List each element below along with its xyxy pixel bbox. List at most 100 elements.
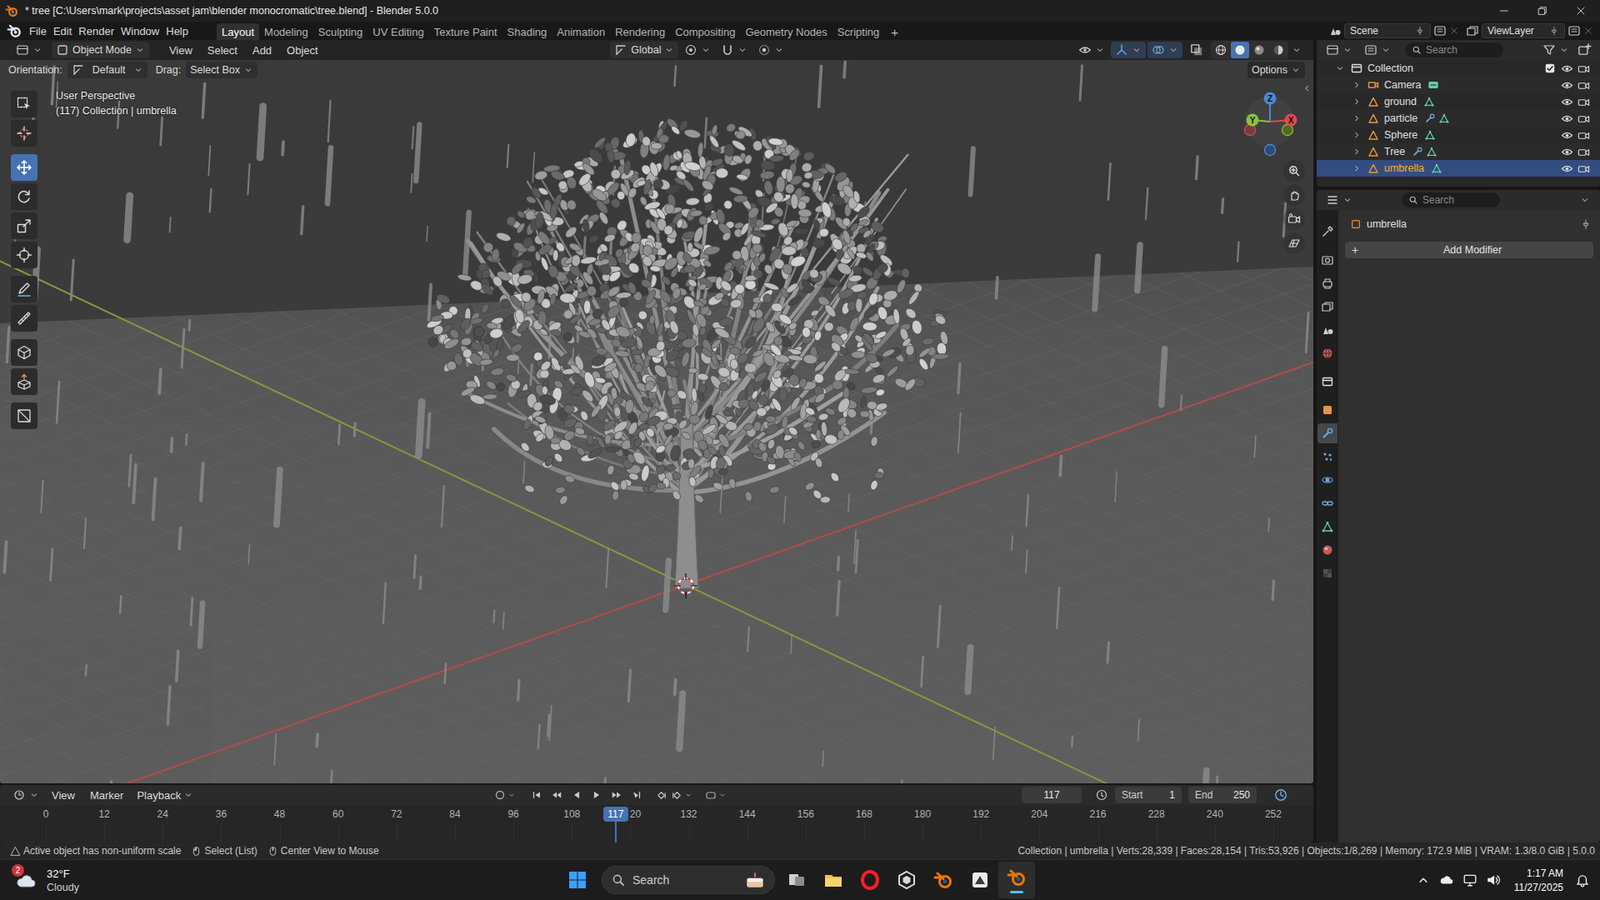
menu-item[interactable]: Window [117, 25, 163, 38]
camera-view-button[interactable] [1283, 208, 1305, 230]
outliner-editor-dropdown[interactable] [1321, 41, 1357, 59]
current-frame-field[interactable]: 117 [1021, 786, 1082, 804]
playhead[interactable]: 117 [603, 806, 629, 822]
workspace-tab[interactable]: Layout [216, 23, 260, 40]
next-keyframe-button[interactable] [607, 786, 626, 804]
options-dropdown[interactable]: Options [1247, 61, 1305, 79]
close-button[interactable] [1561, 0, 1600, 22]
workspace-tab[interactable]: Modeling [259, 23, 314, 40]
playback-dropdown[interactable]: Playback [131, 789, 199, 802]
navigation-gizmo[interactable]: XYZ [1236, 83, 1304, 160]
graphic-part [993, 727, 995, 760]
workspace-tab[interactable]: Animation [551, 23, 610, 40]
graphic-part [586, 285, 597, 297]
tool-button[interactable] [10, 339, 38, 366]
graphic-part [534, 415, 547, 425]
maximize-button[interactable] [1523, 0, 1562, 22]
viewport-menu[interactable]: Object [280, 44, 325, 57]
shading-button[interactable] [1250, 41, 1269, 59]
menu-item[interactable]: Help [162, 25, 192, 38]
scene-view[interactable] [0, 60, 1314, 784]
pan-button[interactable] [1283, 184, 1305, 206]
workspace-tab[interactable]: Sculpting [313, 23, 368, 40]
add-workspace-button[interactable]: + [884, 23, 905, 40]
shading-button[interactable] [1269, 41, 1288, 59]
graphic-part [668, 319, 680, 335]
menu-item[interactable]: Render [75, 25, 118, 38]
tool-button[interactable] [10, 402, 38, 430]
scene-field[interactable]: Scene [1344, 23, 1431, 39]
prev-keyframe-button[interactable] [547, 786, 566, 804]
pivot-dropdown-chevron-icon [700, 45, 711, 55]
tool-icon [15, 407, 33, 425]
overlay-dropdown[interactable] [1147, 41, 1183, 59]
graphic-part [689, 209, 703, 217]
viewport-region[interactable]: Orientation:DefaultDrag:Select BoxOption… [0, 60, 1314, 784]
minimize-button[interactable] [1485, 0, 1524, 22]
tree[interactable] [425, 116, 950, 589]
graphic-part [32, 45, 43, 55]
zoom-button[interactable] [1283, 160, 1305, 182]
tool-button[interactable] [10, 241, 38, 269]
tool-button[interactable] [10, 368, 38, 395]
workspace-tab[interactable]: Scripting [832, 23, 885, 40]
ortho-toggle-button[interactable] [1283, 232, 1305, 255]
timeline-ruler[interactable]: 0122436486072849610820132144156168180192… [0, 805, 1314, 843]
end-frame-field[interactable]: End250 [1188, 786, 1257, 804]
jump-end-button[interactable] [627, 786, 646, 804]
tool-button[interactable] [10, 90, 38, 118]
timeline-editor-dropdown[interactable] [8, 786, 44, 804]
frame-tick-label: 96 [507, 808, 519, 820]
graphic-part [538, 174, 687, 461]
graphic-part [0, 60, 1314, 784]
start-frame-field[interactable]: Start1 [1115, 786, 1182, 804]
tool-button[interactable] [10, 212, 38, 240]
gizmo-dropdown[interactable] [1110, 41, 1146, 59]
workspace-tab[interactable]: Texture Paint [429, 23, 503, 40]
tool-button[interactable] [10, 183, 38, 210]
workspace-tab[interactable]: Rendering [610, 23, 670, 40]
play-button[interactable] [587, 786, 606, 804]
graphic-part [730, 154, 745, 165]
play-reverse-button[interactable] [567, 786, 586, 804]
editor-type-dropdown[interactable] [11, 41, 47, 59]
pivot-dropdown[interactable] [680, 41, 715, 59]
jump-start-button[interactable] [527, 786, 546, 804]
orientation-dropdown[interactable]: Global [610, 41, 679, 59]
orientation-default-dropdown[interactable]: Default [67, 61, 148, 79]
proportional-dropdown[interactable] [753, 41, 789, 59]
graphic-part [1070, 736, 1074, 747]
keying-set-button[interactable] [704, 788, 727, 802]
graphic-part [669, 164, 680, 172]
tool-button[interactable] [10, 120, 38, 147]
scene-canvas[interactable] [0, 60, 1314, 784]
workspace-tab[interactable]: Shading [502, 23, 553, 40]
view-layer-field[interactable]: ViewLayer [1481, 23, 1565, 39]
3d-cursor[interactable] [674, 573, 698, 599]
graphic-part [536, 229, 553, 246]
viewport-menu[interactable]: View [162, 44, 200, 57]
timeline-menu[interactable]: Marker [83, 789, 130, 802]
graphic-part [804, 480, 816, 492]
shading-button[interactable] [1211, 41, 1230, 59]
snap-dropdown[interactable] [716, 41, 752, 59]
auto-key-button[interactable] [493, 788, 516, 802]
viewport-menu[interactable]: Add [245, 44, 279, 57]
viewport-menu[interactable]: Select [200, 44, 245, 57]
graphic-part [0, 60, 1314, 784]
visibility-dropdown[interactable] [1074, 41, 1110, 59]
tool-button[interactable] [10, 154, 38, 181]
workspace-tab[interactable]: Compositing [670, 23, 740, 40]
timeline-menu[interactable]: View [45, 789, 82, 802]
workspace-tab[interactable]: UV Editing [367, 23, 429, 40]
playback-chevron-icon [183, 790, 194, 800]
menu-item[interactable]: File [25, 25, 50, 38]
workspace-tab[interactable]: Geometry Nodes [740, 23, 832, 40]
mode-dropdown[interactable]: Object Mode [51, 41, 150, 59]
tool-button[interactable] [10, 275, 38, 303]
shading-button[interactable] [1230, 41, 1250, 59]
graphic-part [805, 415, 817, 423]
tool-button[interactable] [10, 305, 38, 332]
menu-item[interactable]: Edit [50, 25, 75, 38]
drag-dropdown[interactable]: Select Box [185, 61, 258, 79]
